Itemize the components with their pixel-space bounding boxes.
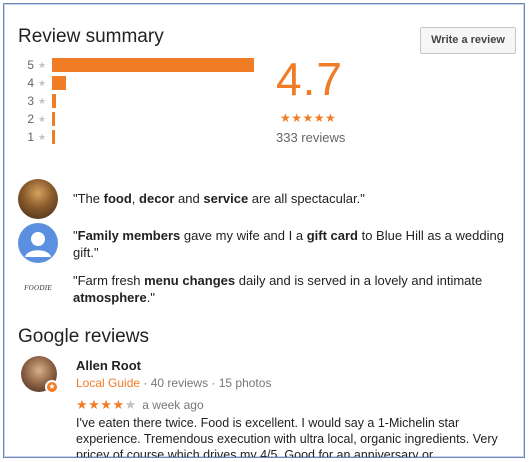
distribution-row-2: 2 ★ [24, 110, 264, 128]
average-stars: ★★★★★ [280, 111, 337, 125]
snippet-fragment: daily and is served in a lovely and inti… [235, 273, 483, 288]
distribution-label: 4 [27, 76, 34, 90]
review-snippet[interactable]: FOODIE "Farm fresh menu changes daily an… [18, 268, 518, 308]
review-snippet[interactable]: "The food, decor and service are all spe… [18, 179, 518, 219]
distribution-track [52, 112, 264, 126]
distribution-bar [52, 58, 255, 72]
highlight-term: Family members [77, 228, 181, 243]
snippet-fragment: ." [146, 290, 155, 305]
distribution-bar [52, 76, 67, 90]
local-guide-label[interactable]: Local Guide [76, 376, 140, 390]
snippet-avatar-photo [18, 179, 58, 219]
snippet-text: "Family members gave my wife and I a gif… [73, 227, 518, 261]
default-avatar-icon [18, 223, 58, 263]
highlight-term: food [103, 191, 132, 206]
star-icon: ★ [37, 113, 47, 124]
reviewer-meta: Local Guide · 40 reviews · 15 photos [76, 376, 271, 390]
snippet-fragment: , [131, 191, 140, 206]
local-guide-badge-icon: ★ [45, 380, 59, 394]
highlight-term: decor [139, 191, 175, 206]
reviewer-stats: · 40 reviews · 15 photos [140, 376, 272, 390]
review-rating-line: ★★★★★ a week ago [76, 397, 204, 413]
distribution-bar [52, 94, 57, 108]
distribution-label: 2 [27, 112, 34, 126]
review-stars-empty: ★ [124, 397, 137, 412]
distribution-track [52, 130, 264, 144]
distribution-row-4: 4 ★ [24, 74, 264, 92]
review-summary-title: Review summary [18, 26, 164, 47]
highlight-term: atmosphere [73, 290, 147, 305]
star-icon: ★ [37, 59, 47, 70]
review-body: I've eaten there twice. Food is excellen… [76, 416, 498, 458]
google-reviews-title: Google reviews [18, 326, 149, 347]
snippet-text: "Farm fresh menu changes daily and is se… [73, 272, 518, 306]
snippet-fragment: gave my wife and I a [180, 228, 307, 243]
rating-distribution: 5 ★ 4 ★ 3 ★ 2 ★ 1 ★ [24, 56, 264, 146]
snippet-text: "The food, decor and service are all spe… [73, 190, 518, 207]
review-date: a week ago [142, 398, 204, 412]
highlight-term: gift card [306, 228, 358, 243]
distribution-label: 5 [27, 58, 34, 72]
highlight-term: service [203, 191, 249, 206]
review-snippet[interactable]: "Family members gave my wife and I a gif… [18, 223, 518, 263]
distribution-label: 1 [27, 130, 34, 144]
distribution-track [52, 76, 264, 90]
distribution-bar [52, 130, 55, 144]
star-icon: ★ [37, 131, 47, 142]
reviewer-name[interactable]: Allen Root [76, 358, 141, 373]
distribution-track [52, 58, 264, 72]
distribution-row-1: 1 ★ [24, 128, 264, 146]
write-review-button[interactable]: Write a review [420, 27, 516, 54]
highlight-term: menu changes [144, 273, 236, 288]
star-icon: ★ [37, 95, 47, 106]
distribution-row-5: 5 ★ [24, 56, 264, 74]
distribution-track [52, 94, 264, 108]
average-rating: 4.7 [276, 53, 343, 105]
distribution-row-3: 3 ★ [24, 92, 264, 110]
star-icon: ★ [37, 77, 47, 88]
snippet-fragment: "The [73, 191, 104, 206]
review-count-link[interactable]: 333 reviews [276, 130, 345, 145]
review-panel: Review summary Write a review 5 ★ 4 ★ 3 ★ 2 ★ 1 ★… [3, 3, 525, 458]
snippet-fragment: and [174, 191, 204, 206]
distribution-label: 3 [27, 94, 34, 108]
distribution-bar [52, 112, 55, 126]
review-stars: ★★★★ [76, 397, 125, 412]
publication-logo: FOODIE [24, 284, 52, 292]
snippet-fragment: "Farm fresh [73, 273, 145, 288]
snippet-fragment: are all spectacular." [248, 191, 365, 206]
